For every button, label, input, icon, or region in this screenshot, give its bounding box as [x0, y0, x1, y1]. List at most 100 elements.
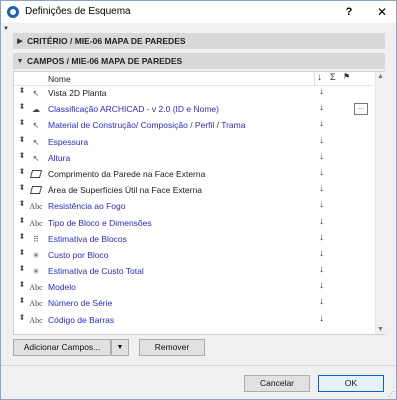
list-item[interactable]: ⬍ Abc Número de Série ↓	[14, 296, 374, 312]
cancel-button[interactable]: Cancelar	[244, 375, 310, 392]
list-item[interactable]: ⬍ ✳ Custo por Bloco ↓	[14, 248, 374, 264]
field-name: Altura	[48, 152, 71, 163]
sort-arrow-icon[interactable]: ↓	[319, 313, 324, 324]
sort-arrow-icon[interactable]: ↓	[319, 264, 324, 275]
expand-triangle-icon[interactable]: ▶	[13, 37, 27, 45]
field-name: Classificação ARCHICAD - v 2.0 (ID e Nom…	[48, 104, 219, 115]
schedule-settings-dialog: Definições de Esquema ? ✕ ▼ ▶ CRITÉRIO /…	[0, 0, 397, 400]
remove-button[interactable]: Remover	[139, 339, 205, 356]
dialog-body: ▼ ▶ CRITÉRIO / MIE-06 MAPA DE PAREDES ▼ …	[1, 23, 396, 399]
area-icon	[29, 184, 43, 197]
field-name: Código de Barras	[48, 314, 115, 325]
list-item[interactable]: ⬍ ↖ Vista 2D Planta ↓	[14, 86, 374, 102]
collapse-triangle-icon[interactable]: ▼	[13, 58, 27, 65]
ok-button[interactable]: OK	[318, 375, 384, 392]
drag-handle-icon[interactable]: ⬍	[18, 151, 26, 159]
sum-column-icon[interactable]: Σ	[330, 72, 336, 82]
section-fields-label: CAMPOS / MIE-06 MAPA DE PAREDES	[27, 56, 183, 66]
column-header-name[interactable]: Nome	[48, 74, 71, 84]
sort-arrow-icon[interactable]: ↓	[319, 151, 324, 162]
field-name: Estimativa de Blocos	[48, 233, 127, 244]
add-fields-dropdown-button[interactable]: ▼	[111, 339, 129, 356]
compass-icon: ✳	[32, 250, 40, 260]
drag-handle-icon[interactable]: ⬍	[18, 103, 26, 111]
field-name: Tipo de Bloco e Dimensões	[48, 217, 152, 228]
sort-arrow-icon[interactable]: ↓	[319, 296, 324, 307]
cursor-icon: ↖	[32, 153, 40, 163]
field-name: Espessura	[48, 136, 89, 147]
abc-icon: Abc	[29, 283, 43, 293]
drag-handle-icon[interactable]: ⬍	[18, 248, 26, 256]
add-fields-button[interactable]: Adicionar Campos...	[13, 339, 111, 356]
scroll-down-icon[interactable]: ▼	[377, 326, 384, 333]
sort-column-icon[interactable]: ↓	[317, 72, 322, 83]
flag-column-icon[interactable]: ⚑	[343, 72, 350, 81]
field-name: Área de Superfícies Útil na Face Externa	[48, 185, 203, 196]
drag-handle-icon[interactable]: ⬍	[18, 119, 26, 127]
small-caret-icon: ▼	[3, 26, 9, 32]
cursor-icon: ↖	[32, 137, 40, 147]
section-criteria[interactable]: ▶ CRITÉRIO / MIE-06 MAPA DE PAREDES	[13, 33, 385, 49]
sort-arrow-icon[interactable]: ↓	[319, 216, 324, 227]
list-item[interactable]: ⬍ Abc Resistência ao Fogo ↓	[14, 199, 374, 215]
column-divider	[314, 72, 315, 86]
area-icon	[29, 168, 43, 181]
more-options-button[interactable]: ...	[354, 103, 368, 116]
sort-arrow-icon[interactable]: ↓	[319, 102, 324, 113]
list-item[interactable]: ⬍ ⠿ Estimativa de Blocos ↓	[14, 232, 374, 248]
drag-handle-icon[interactable]: ⬍	[18, 216, 26, 224]
drag-handle-icon[interactable]: ⬍	[18, 200, 26, 208]
field-name: Comprimento da Parede na Face Externa	[48, 168, 206, 179]
cursor-icon: ↖	[32, 89, 40, 98]
field-name: Resistência ao Fogo	[48, 201, 126, 212]
vertical-scrollbar[interactable]: ▲ ▼	[375, 72, 385, 334]
list-item[interactable]: ⬍ Abc Tipo de Bloco e Dimensões ↓	[14, 216, 374, 232]
drag-handle-icon[interactable]: ⬍	[18, 184, 26, 192]
list-item[interactable]: ⬍ ✳ Estimativa de Custo Total ↓	[14, 264, 374, 280]
drag-handle-icon[interactable]: ⬍	[18, 232, 26, 240]
list-item[interactable]: ⬍ Comprimento da Parede na Face Externa ↓	[14, 167, 374, 183]
sort-arrow-icon[interactable]: ↓	[319, 118, 324, 129]
field-name: Custo por Bloco	[48, 249, 109, 260]
section-criteria-label: CRITÉRIO / MIE-06 MAPA DE PAREDES	[27, 36, 186, 46]
resize-grip-icon[interactable]: ⋰	[388, 390, 395, 398]
sort-arrow-icon[interactable]: ↓	[319, 280, 324, 291]
sort-arrow-icon[interactable]: ↓	[319, 248, 324, 259]
title-bar: Definições de Esquema ? ✕	[1, 1, 396, 23]
abc-icon: Abc	[29, 202, 43, 212]
list-item[interactable]: ⬍ Abc Modelo ↓	[14, 280, 374, 296]
compass-icon: ✳	[32, 267, 40, 277]
drag-handle-icon[interactable]: ⬍	[18, 135, 26, 143]
drag-handle-icon[interactable]: ⬍	[18, 313, 26, 321]
sort-arrow-icon[interactable]: ↓	[319, 86, 324, 97]
drag-handle-icon[interactable]: ⬍	[18, 281, 26, 289]
drag-handle-icon[interactable]: ⬍	[18, 297, 26, 305]
list-item[interactable]: ⬍ ☁ Classificação ARCHICAD - v 2.0 (ID e N…	[14, 102, 374, 118]
sort-arrow-icon[interactable]: ↓	[319, 199, 324, 210]
list-item[interactable]: ⬍ Área de Superfícies Útil na Face Extern…	[14, 183, 374, 199]
drag-handle-icon[interactable]: ⬍	[18, 87, 26, 95]
abc-icon: Abc	[29, 299, 43, 309]
list-header: Nome ↓ Σ ⚑	[14, 72, 374, 86]
drag-handle-icon[interactable]: ⬍	[18, 265, 26, 273]
cloud-icon: ☁	[32, 105, 40, 115]
cursor-icon: ↖	[32, 121, 40, 131]
section-fields[interactable]: ▼ CAMPOS / MIE-06 MAPA DE PAREDES	[13, 53, 385, 69]
list-item[interactable]: ⬍ ↖ Material de Construção/ Composição / P…	[14, 118, 374, 134]
close-button[interactable]: ✕	[374, 4, 390, 20]
help-button[interactable]: ?	[341, 4, 357, 20]
abc-icon: Abc	[29, 218, 43, 228]
grid-dots-icon: ⠿	[33, 234, 39, 244]
list-item[interactable]: ⬍ Abc Código de Barras ↓	[14, 313, 374, 329]
field-name: Estimativa de Custo Total	[48, 266, 144, 277]
drag-handle-icon[interactable]: ⬍	[18, 167, 26, 175]
sort-arrow-icon[interactable]: ↓	[319, 135, 324, 146]
window-title: Definições de Esquema	[25, 6, 131, 17]
sort-arrow-icon[interactable]: ↓	[319, 232, 324, 243]
list-item[interactable]: ⬍ ↖ Espessura ↓	[14, 135, 374, 151]
sort-arrow-icon[interactable]: ↓	[319, 167, 324, 178]
list-item[interactable]: ⬍ ↖ Altura ↓	[14, 151, 374, 167]
sort-arrow-icon[interactable]: ↓	[319, 183, 324, 194]
archicad-icon	[7, 6, 19, 18]
scroll-up-icon[interactable]: ▲	[377, 73, 384, 80]
